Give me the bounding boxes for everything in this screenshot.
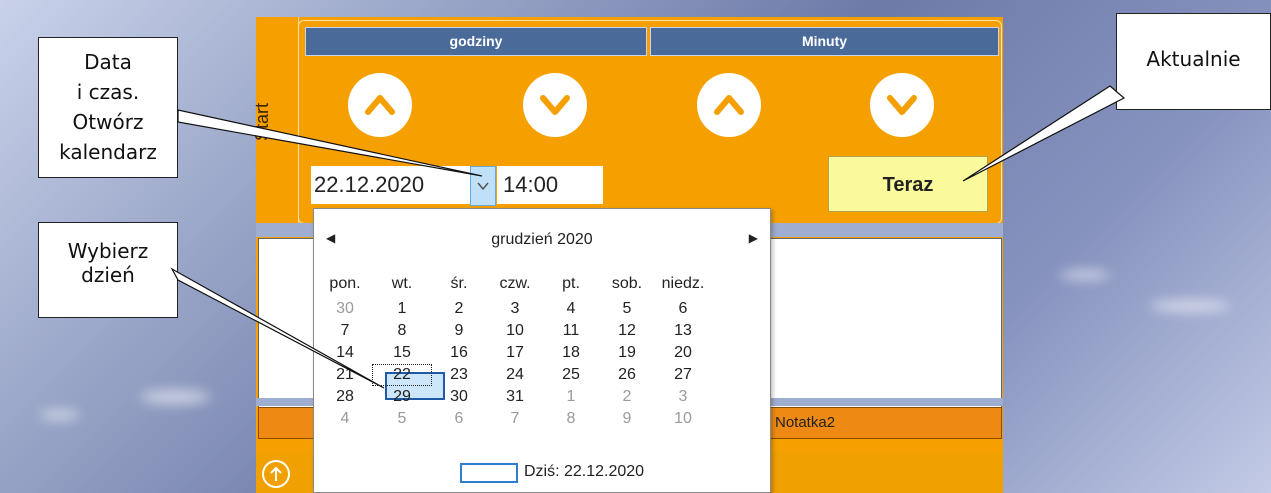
- pointer-pick-day: [170, 267, 385, 389]
- callout-pointers: [170, 85, 1126, 389]
- pointer-open-calendar: [177, 109, 483, 177]
- pointer-current: [962, 85, 1126, 182]
